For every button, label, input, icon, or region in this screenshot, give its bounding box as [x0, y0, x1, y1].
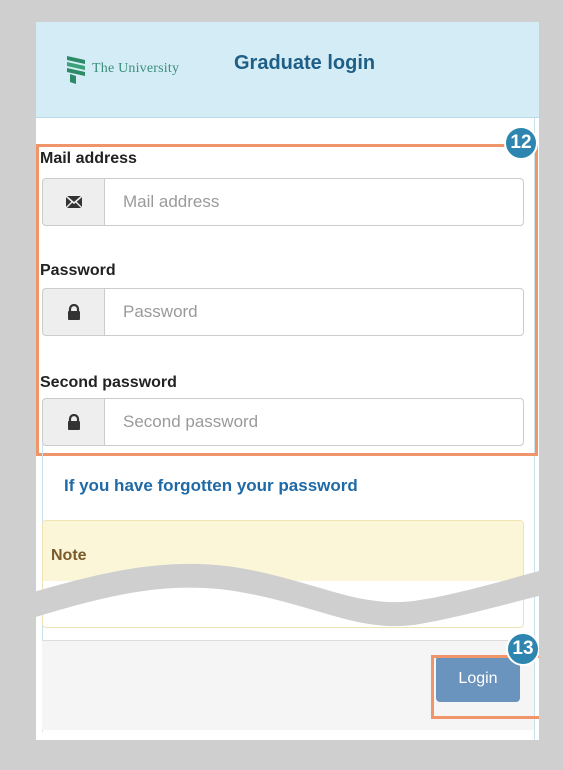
login-annotation-badge: 13 [506, 632, 539, 666]
login-panel: The University Graduate login Mail addre… [36, 22, 539, 740]
forgot-password-link[interactable]: If you have forgotten your password [64, 476, 358, 496]
logo-flag-icon [67, 56, 85, 84]
page-title: Graduate login [234, 52, 376, 74]
logo-text: The University [92, 61, 180, 76]
note-title: Note [43, 521, 523, 581]
note-box: Note [42, 520, 524, 628]
fields-highlight-box [36, 144, 538, 456]
university-logo: The University [64, 52, 179, 86]
screenshot-frame: The University Graduate login Mail addre… [22, 22, 541, 748]
fields-annotation-badge: 12 [504, 126, 538, 160]
login-header: The University Graduate login [36, 22, 539, 118]
